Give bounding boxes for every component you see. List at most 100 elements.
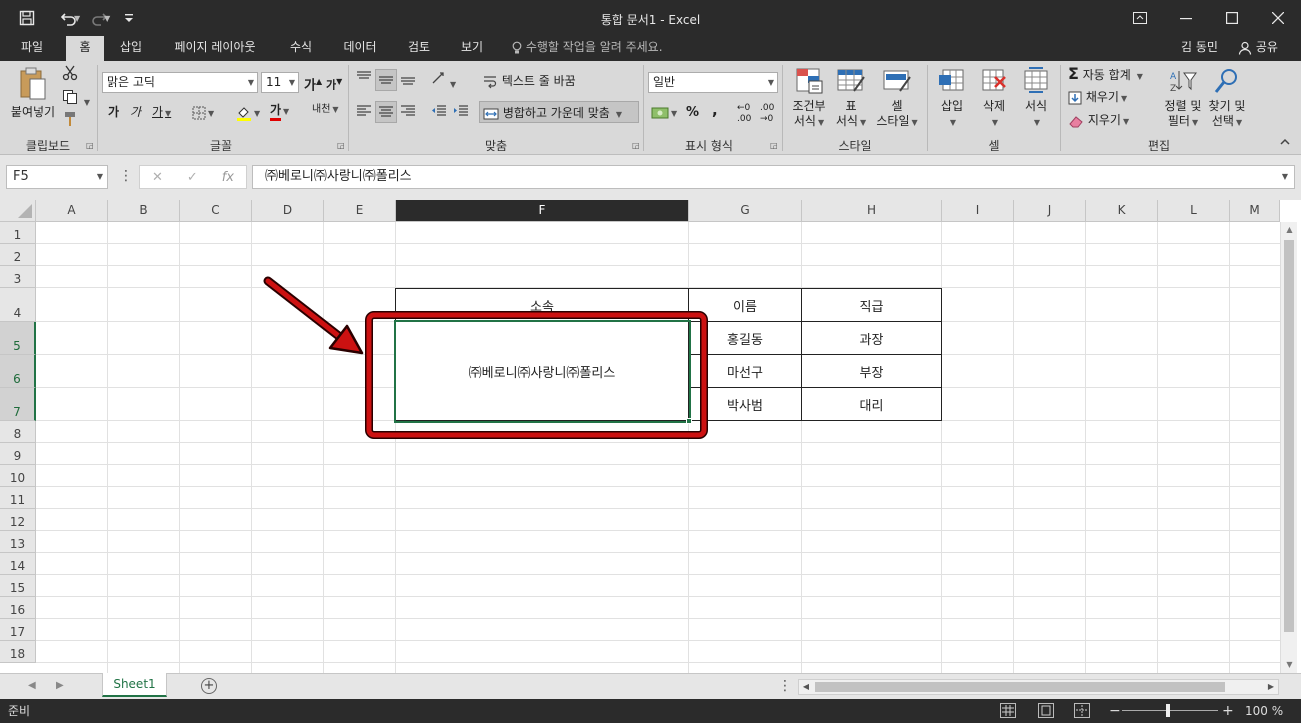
row-header-15[interactable]: 15: [0, 575, 36, 597]
number-format-combo[interactable]: 일반 ▼: [648, 72, 778, 93]
delete-cells-button[interactable]: 삭제 ▼: [974, 67, 1014, 130]
table-header-affiliation[interactable]: 소속: [395, 288, 689, 322]
wrap-text-button[interactable]: 텍스트 줄 바꿈: [482, 70, 576, 92]
bottom-align-icon[interactable]: [399, 69, 417, 90]
column-header-g[interactable]: G: [689, 200, 802, 222]
tell-me-box[interactable]: 수행할 작업을 알려 주세요.: [512, 36, 663, 61]
table-header-position[interactable]: 직급: [801, 288, 942, 322]
row-header-18[interactable]: 18: [0, 641, 36, 663]
alignment-launcher-icon[interactable]: ◲: [632, 141, 641, 150]
row-header-14[interactable]: 14: [0, 553, 36, 575]
align-right-icon[interactable]: [399, 103, 417, 122]
row-header-5[interactable]: 5: [0, 322, 36, 355]
fill-color-button[interactable]: ▼: [236, 101, 260, 123]
add-sheet-icon[interactable]: +: [201, 678, 217, 694]
next-sheet-icon[interactable]: ▶: [56, 674, 64, 699]
shrink-font-button[interactable]: 가▼: [326, 71, 342, 93]
table-cell-position[interactable]: 대리: [801, 387, 942, 421]
minimize-icon[interactable]: [1163, 0, 1209, 36]
orientation-icon[interactable]: ▼: [430, 69, 456, 90]
middle-align-icon[interactable]: [375, 69, 397, 91]
collapse-ribbon-icon[interactable]: [1279, 137, 1291, 150]
share-button[interactable]: 공유: [1238, 36, 1278, 61]
conditional-formatting-button[interactable]: 조건부 서식 ▼: [786, 67, 832, 130]
find-select-button[interactable]: 찾기 및 선택 ▼: [1204, 67, 1250, 130]
font-size-combo[interactable]: 11 ▼: [261, 72, 299, 93]
sheet-tab-sheet1[interactable]: Sheet1: [102, 673, 167, 697]
cut-icon[interactable]: [62, 65, 78, 84]
autosum-button[interactable]: Σ 자동 합계 ▼: [1068, 63, 1143, 85]
table-cell-position[interactable]: 과장: [801, 321, 942, 355]
zoom-slider-thumb[interactable]: [1166, 704, 1170, 717]
align-center-icon[interactable]: [375, 101, 397, 123]
insert-cells-button[interactable]: 삽입 ▼: [932, 67, 972, 130]
column-header-k[interactable]: K: [1086, 200, 1158, 222]
cancel-icon[interactable]: ✕: [152, 170, 163, 185]
vertical-scroll-thumb[interactable]: [1284, 240, 1294, 632]
row-header-7[interactable]: 7: [0, 388, 36, 421]
paste-button[interactable]: 붙여넣기: [6, 67, 60, 120]
fill-button[interactable]: 채우기 ▼: [1068, 86, 1127, 108]
tab-formulas[interactable]: 수식: [280, 36, 322, 61]
phonetic-button[interactable]: 내천 ▼: [312, 99, 339, 121]
save-icon[interactable]: [14, 0, 40, 36]
copy-icon[interactable]: ▼: [62, 89, 90, 108]
column-header-d[interactable]: D: [252, 200, 324, 222]
cell-styles-button[interactable]: 셀 스타일 ▼: [872, 67, 922, 130]
table-header-name[interactable]: 이름: [688, 288, 802, 322]
font-name-combo[interactable]: 맑은 고딕 ▼: [102, 72, 258, 93]
italic-button[interactable]: 가: [130, 101, 141, 123]
number-launcher-icon[interactable]: ◲: [770, 141, 779, 150]
formula-input[interactable]: ㈜베로니㈜사랑니㈜폴리스 ▼: [252, 165, 1295, 189]
row-header-8[interactable]: 8: [0, 421, 36, 443]
column-header-j[interactable]: J: [1014, 200, 1086, 222]
row-header-11[interactable]: 11: [0, 487, 36, 509]
undo-dropdown-icon[interactable]: ▼: [74, 14, 80, 23]
column-header-m[interactable]: M: [1230, 200, 1280, 222]
decrease-indent-icon[interactable]: [430, 103, 448, 122]
tab-data[interactable]: 데이터: [334, 36, 386, 61]
scroll-left-icon[interactable]: ◀: [799, 680, 813, 694]
bold-button[interactable]: 가: [108, 101, 119, 123]
column-header-c[interactable]: C: [180, 200, 252, 222]
zoom-in-button[interactable]: +: [1222, 699, 1234, 723]
align-left-icon[interactable]: [355, 103, 373, 122]
enter-icon[interactable]: ✓: [187, 170, 198, 185]
page-layout-view-icon[interactable]: [1038, 703, 1054, 718]
column-header-h[interactable]: H: [802, 200, 942, 222]
column-header-f[interactable]: F: [396, 200, 689, 222]
page-break-view-icon[interactable]: [1074, 703, 1090, 718]
select-all-button[interactable]: [0, 200, 36, 222]
sort-filter-button[interactable]: AZ 정렬 및 필터 ▼: [1160, 67, 1206, 130]
tab-split-handle[interactable]: ⋮: [778, 674, 792, 699]
horizontal-scroll-thumb[interactable]: [815, 682, 1225, 692]
borders-button[interactable]: ▼: [192, 101, 214, 123]
zoom-slider[interactable]: [1122, 710, 1218, 711]
tab-view[interactable]: 보기: [452, 36, 492, 61]
vertical-scrollbar[interactable]: ▲ ▼: [1280, 222, 1297, 673]
row-header-16[interactable]: 16: [0, 597, 36, 619]
row-header-13[interactable]: 13: [0, 531, 36, 553]
row-header-1[interactable]: 1: [0, 222, 36, 244]
table-cell-name[interactable]: 박사범: [688, 387, 802, 421]
row-header-6[interactable]: 6: [0, 355, 36, 388]
column-header-i[interactable]: I: [942, 200, 1014, 222]
column-header-a[interactable]: A: [36, 200, 108, 222]
row-header-12[interactable]: 12: [0, 509, 36, 531]
font-color-button[interactable]: 가 ▼: [270, 99, 289, 121]
formula-bar-resize-handle[interactable]: ⋮: [119, 165, 133, 189]
ribbon-display-options-icon[interactable]: [1117, 0, 1163, 36]
prev-sheet-icon[interactable]: ◀: [28, 674, 36, 699]
horizontal-scrollbar[interactable]: ◀ ▶: [798, 679, 1279, 695]
grow-font-button[interactable]: 가▲: [304, 71, 322, 93]
table-cell-position[interactable]: 부장: [801, 354, 942, 388]
name-box[interactable]: F5 ▼: [6, 165, 108, 189]
row-header-2[interactable]: 2: [0, 244, 36, 266]
close-icon[interactable]: [1255, 0, 1301, 36]
zoom-level[interactable]: 100 %: [1245, 699, 1283, 723]
redo-dropdown-icon[interactable]: ▼: [104, 14, 110, 23]
top-align-icon[interactable]: [355, 69, 373, 90]
font-launcher-icon[interactable]: ◲: [337, 141, 346, 150]
decrease-decimal-button[interactable]: .00 →0: [760, 103, 774, 125]
format-cells-button[interactable]: 서식 ▼: [1016, 67, 1056, 130]
